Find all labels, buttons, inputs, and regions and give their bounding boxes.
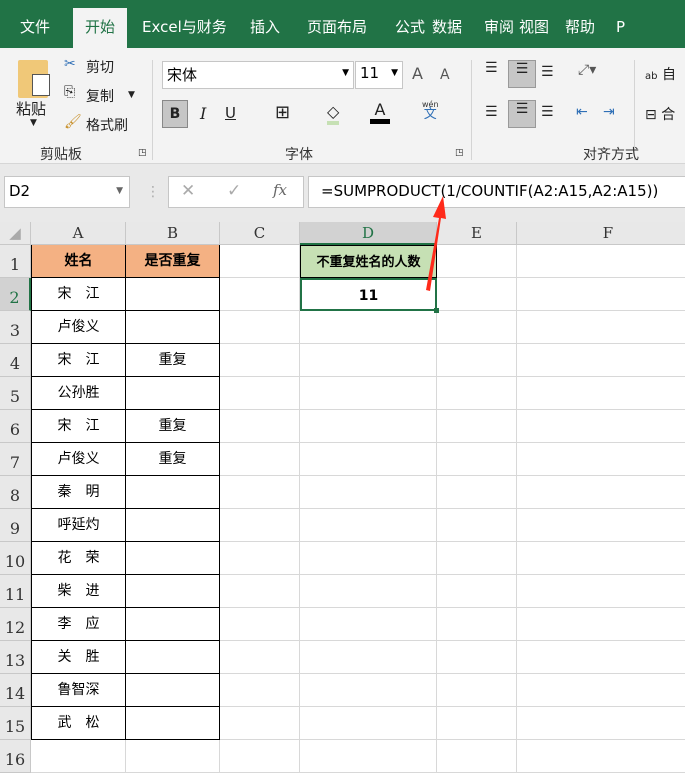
red-arrow-annotation [426,196,446,291]
